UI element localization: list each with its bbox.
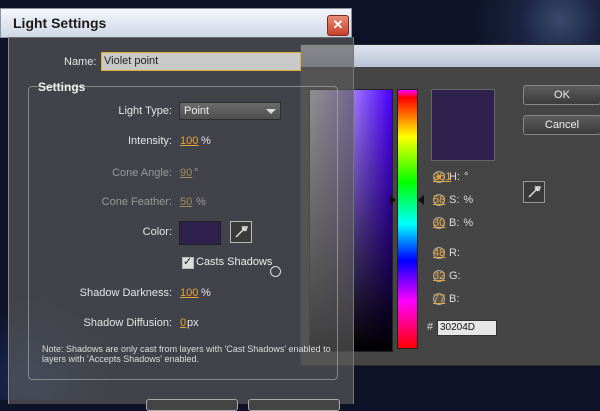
hue-unit: ° xyxy=(464,171,469,183)
cone-feather-value[interactable]: 50 xyxy=(180,196,192,208)
dialog-title: Light Settings xyxy=(13,15,107,31)
brightness-unit: % xyxy=(463,217,474,229)
green-label: G: xyxy=(449,270,461,282)
saturation-value[interactable]: 58 xyxy=(433,194,445,206)
hue-slider-left-arrow-icon[interactable] xyxy=(390,195,396,205)
intensity-value[interactable]: 100 xyxy=(180,135,198,147)
green-value[interactable]: 32 xyxy=(433,270,445,282)
hue-value[interactable]: 261 xyxy=(433,171,451,183)
shadow-diffusion-label: Shadow Diffusion: xyxy=(83,317,172,329)
color-preview xyxy=(431,89,495,161)
hex-hash-label: # xyxy=(427,321,434,333)
hue-radio-row[interactable]: H: 261 ° xyxy=(433,169,468,185)
ok-button[interactable]: OK xyxy=(523,85,600,105)
light-type-value: Point xyxy=(184,105,210,117)
light-type-select[interactable]: Point xyxy=(179,102,281,120)
brightness-label: B: xyxy=(449,217,460,229)
red-label: R: xyxy=(449,247,460,259)
mouse-cursor-icon xyxy=(270,266,281,277)
dialog-titlebar[interactable]: Light Settings ✕ xyxy=(0,8,352,38)
light-settings-dialog: Light Settings ✕ Name: Violet point Sett… xyxy=(0,4,354,411)
saturation-unit: % xyxy=(463,194,474,206)
blue-value[interactable]: 77 xyxy=(433,293,445,305)
casts-shadows-label[interactable]: Casts Shadows xyxy=(196,256,272,268)
shadow-darkness-unit: % xyxy=(201,287,211,299)
saturation-label: S: xyxy=(449,194,460,206)
settings-group-label: Settings xyxy=(38,80,86,94)
cone-angle-unit: ° xyxy=(194,167,199,179)
red-value[interactable]: 48 xyxy=(433,247,445,259)
name-label: Name: xyxy=(64,56,97,68)
light-type-label: Light Type: xyxy=(118,105,172,117)
color-swatch[interactable] xyxy=(179,221,221,245)
name-input[interactable]: Violet point xyxy=(101,52,301,71)
eyedropper-icon[interactable] xyxy=(230,221,252,243)
cone-angle-value[interactable]: 90 xyxy=(180,167,192,179)
shadow-note: Note: Shadows are only cast from layers … xyxy=(42,344,331,364)
shadow-diffusion-value[interactable]: 0 xyxy=(180,317,186,329)
cone-feather-label: Cone Feather: xyxy=(101,196,172,208)
blue-radio-row[interactable]: B: 77 xyxy=(433,291,459,307)
cone-angle-label: Cone Angle: xyxy=(112,167,172,179)
hue-slider-right-arrow-icon[interactable] xyxy=(418,195,424,205)
chevron-down-icon xyxy=(266,109,276,114)
brightness-value[interactable]: 30 xyxy=(433,217,445,229)
green-radio-row[interactable]: G: 32 xyxy=(433,268,461,284)
shadow-darkness-value[interactable]: 100 xyxy=(180,287,198,299)
blue-label: B: xyxy=(449,293,460,305)
close-button[interactable]: ✕ xyxy=(327,15,349,36)
color-label: Color: xyxy=(142,226,172,238)
eyedropper-icon[interactable] xyxy=(523,181,545,203)
cancel-button[interactable]: Cancel xyxy=(523,115,600,135)
shadow-darkness-label: Shadow Darkness: xyxy=(79,287,172,299)
shadow-diffusion-unit: px xyxy=(187,317,199,329)
cone-feather-unit: % xyxy=(196,196,206,208)
hue-slider[interactable] xyxy=(397,89,418,349)
casts-shadows-checkbox[interactable] xyxy=(182,255,194,269)
dialog-cancel-button-partial[interactable] xyxy=(248,399,340,411)
saturation-radio-row[interactable]: S: 58 % xyxy=(433,192,473,208)
red-radio-row[interactable]: R: 48 xyxy=(433,245,460,261)
dialog-ok-button-partial[interactable] xyxy=(146,399,238,411)
hex-input[interactable]: 30204D xyxy=(437,320,497,336)
brightness-radio-row[interactable]: B: 30 % xyxy=(433,215,473,231)
intensity-label: Intensity: xyxy=(127,135,172,147)
intensity-unit: % xyxy=(201,135,211,147)
